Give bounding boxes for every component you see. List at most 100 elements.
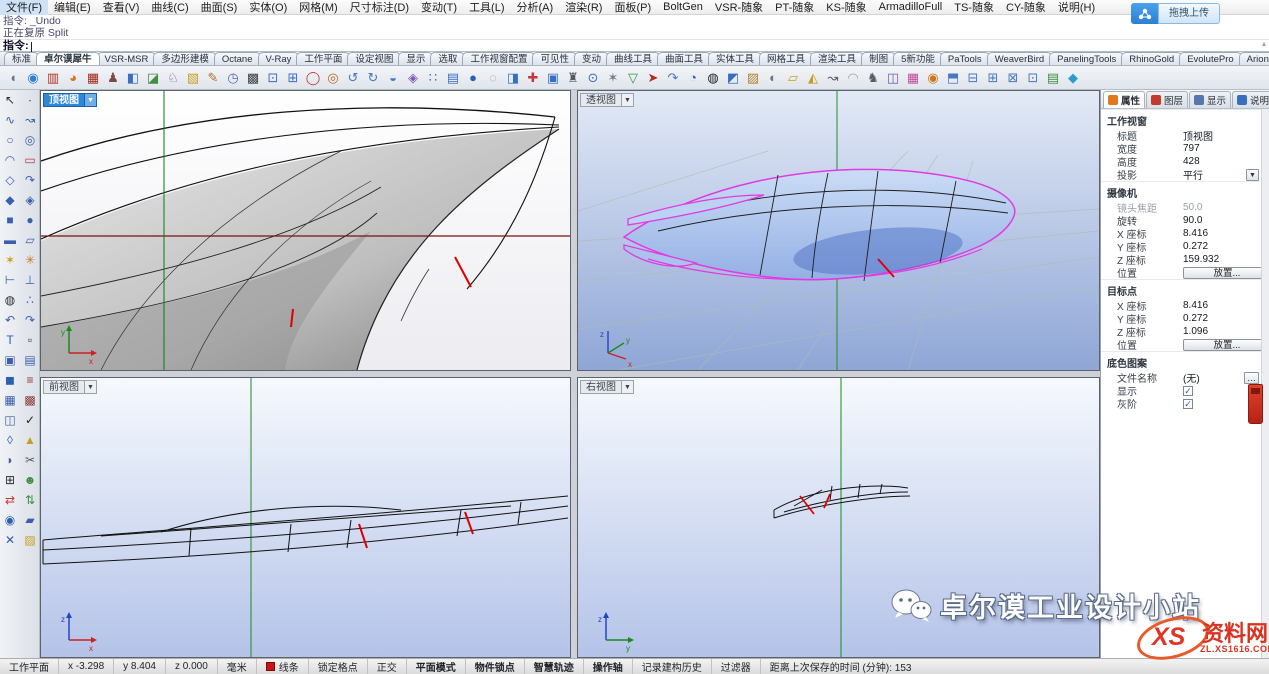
viewport-title-right[interactable]: 右视图 ▼	[580, 380, 634, 394]
toolbar-tab[interactable]: 渲染工具	[810, 52, 864, 65]
half-panel-icon[interactable]: ◨	[503, 68, 523, 88]
robot-icon[interactable]: ☻	[20, 470, 40, 490]
polyline-icon[interactable]: ∿	[0, 110, 20, 130]
toolbar-tab[interactable]: 实体工具	[708, 52, 762, 65]
panel-tab-说明[interactable]: 说明	[1232, 91, 1269, 108]
chevron-down-icon[interactable]: ▼	[85, 380, 97, 394]
circle-icon[interactable]: ○	[0, 130, 20, 150]
toolbar-tab[interactable]: RhinoGold	[1121, 52, 1182, 65]
boolean-split-icon[interactable]: ✳	[20, 250, 40, 270]
menu-item[interactable]: TS-随象	[948, 0, 1000, 15]
check-icon[interactable]: ✓	[20, 410, 40, 430]
circle-dot-icon[interactable]: ⊙	[583, 68, 603, 88]
notebook-icon[interactable]: ◫	[0, 410, 20, 430]
menu-item[interactable]: 曲面(S)	[195, 0, 244, 15]
move-cross-icon[interactable]: ✚	[523, 68, 543, 88]
pc-icon[interactable]: ⊡	[1023, 68, 1043, 88]
copy-icon[interactable]: ▤	[20, 350, 40, 370]
square-frame2-icon[interactable]: ⊞	[983, 68, 1003, 88]
water-cube-icon[interactable]: ◆	[1063, 68, 1083, 88]
toolbar-tab[interactable]: EvolutePro	[1179, 52, 1241, 65]
hatch-icon[interactable]: ▨	[20, 530, 40, 550]
menu-item[interactable]: 分析(A)	[511, 0, 560, 15]
array-icon[interactable]: ≡	[20, 370, 40, 390]
circle-red-icon[interactable]: ◯	[303, 68, 323, 88]
boolean-union-icon[interactable]: ✶	[0, 250, 20, 270]
toolbar-tab[interactable]: 曲线工具	[606, 52, 660, 65]
statusbar-item[interactable]: 过滤器	[712, 659, 761, 674]
menu-item[interactable]: 渲染(R)	[559, 0, 608, 15]
statusbar-item[interactable]: 锁定格点	[309, 659, 368, 674]
curve-boolean-icon[interactable]: ↶	[0, 310, 20, 330]
menu-item[interactable]: 文件(F)	[0, 0, 48, 15]
freeform-icon[interactable]: ↷	[20, 170, 40, 190]
menu-item[interactable]: 工具(L)	[463, 0, 510, 15]
surface-icon[interactable]: ◆	[0, 190, 20, 210]
purple-box-icon[interactable]: ◫	[883, 68, 903, 88]
toolbar-tab[interactable]: 曲面工具	[657, 52, 711, 65]
bucket-icon[interactable]: ⬒	[943, 68, 963, 88]
viewport-title-top[interactable]: 顶视图 ▼	[43, 93, 97, 107]
target-frame-icon[interactable]: ▣	[543, 68, 563, 88]
pink-checker-icon[interactable]: ▦	[903, 68, 923, 88]
runner-icon[interactable]: ♞	[863, 68, 883, 88]
checkbox[interactable]: ✓	[1183, 399, 1193, 409]
extrude-icon[interactable]: ⊢	[0, 270, 20, 290]
upload-widget[interactable]: 拖拽上传	[1131, 3, 1220, 24]
checker-map-icon[interactable]: ▦	[83, 68, 103, 88]
grid-array-icon[interactable]: ▦	[0, 390, 20, 410]
polygon-icon[interactable]: ◇	[0, 170, 20, 190]
scroll-arrow-icon[interactable]: ▴	[1262, 39, 1266, 48]
plane-icon[interactable]: ▱	[20, 230, 40, 250]
photo-frame-icon[interactable]: ▨	[743, 68, 763, 88]
place-button[interactable]: 放置...	[1183, 339, 1262, 351]
statusbar-item[interactable]: y 8.404	[114, 659, 166, 674]
blue-ball-icon[interactable]: ●	[463, 68, 483, 88]
menu-item[interactable]: 网格(M)	[293, 0, 344, 15]
cone-icon[interactable]: ▲	[20, 430, 40, 450]
statusbar-item[interactable]: 平面模式	[407, 659, 466, 674]
chevron-down-icon[interactable]: ▼	[622, 93, 634, 107]
text-icon[interactable]: T	[0, 330, 20, 350]
arc-icon[interactable]: ◠	[0, 150, 20, 170]
asterisk-icon[interactable]: ✶	[603, 68, 623, 88]
toolbar-tab[interactable]: V-Ray	[258, 52, 300, 65]
panel-tab-图层[interactable]: 图层	[1146, 91, 1188, 108]
ellipse-icon[interactable]: ◎	[20, 130, 40, 150]
sheet-icon[interactable]: ▰	[20, 510, 40, 530]
menu-item[interactable]: 查看(V)	[97, 0, 146, 15]
blend-icon[interactable]: ∴	[20, 290, 40, 310]
statusbar-item[interactable]: 工作平面	[0, 659, 59, 674]
block-icon[interactable]: ▩	[20, 390, 40, 410]
globe-icon[interactable]: ◉	[23, 68, 43, 88]
small-box-icon[interactable]: ◧	[123, 68, 143, 88]
frame-grid-icon[interactable]: ⊞	[283, 68, 303, 88]
cutter-icon[interactable]: ✂	[20, 450, 40, 470]
record-icon[interactable]: ◍	[703, 68, 723, 88]
toolbar-tab[interactable]: 网格工具	[759, 52, 813, 65]
select-pointer-icon[interactable]: ↖	[0, 90, 20, 110]
point-icon[interactable]: ∙	[20, 90, 40, 110]
menu-item[interactable]: 编辑(E)	[48, 0, 97, 15]
menu-item[interactable]: CY-随象	[1000, 0, 1052, 15]
toolbar-tab[interactable]: PaTools	[940, 52, 990, 65]
align-y-icon[interactable]: ⇅	[20, 490, 40, 510]
control-curve-icon[interactable]: ↝	[20, 110, 40, 130]
render-sphere-icon[interactable]: ◉	[0, 510, 20, 530]
red-material-icon[interactable]: ▥	[43, 68, 63, 88]
viewport-top[interactable]: y x 顶视图 ▼	[40, 90, 571, 371]
browse-button[interactable]: …	[1244, 372, 1259, 384]
panel-tab-属性[interactable]: 属性	[1103, 91, 1145, 108]
viewport-front[interactable]: z x 前视图 ▼	[40, 377, 571, 658]
recent-view-icon[interactable]: ◖	[3, 68, 23, 88]
cylinder-icon[interactable]: ▬	[0, 230, 20, 250]
sphere-icon[interactable]: ●	[20, 210, 40, 230]
cage-icon[interactable]: ⊞	[0, 470, 20, 490]
rectangle-icon[interactable]: ▭	[20, 150, 40, 170]
dimension-icon[interactable]: ▫	[20, 330, 40, 350]
toolbar-tab[interactable]: 卓尔谟犀牛	[36, 52, 100, 65]
toolbar-tab[interactable]: 5新功能	[893, 52, 943, 65]
gem-icon[interactable]: ◈	[403, 68, 423, 88]
align-x-icon[interactable]: ⇄	[0, 490, 20, 510]
orb-icon[interactable]: ◉	[923, 68, 943, 88]
